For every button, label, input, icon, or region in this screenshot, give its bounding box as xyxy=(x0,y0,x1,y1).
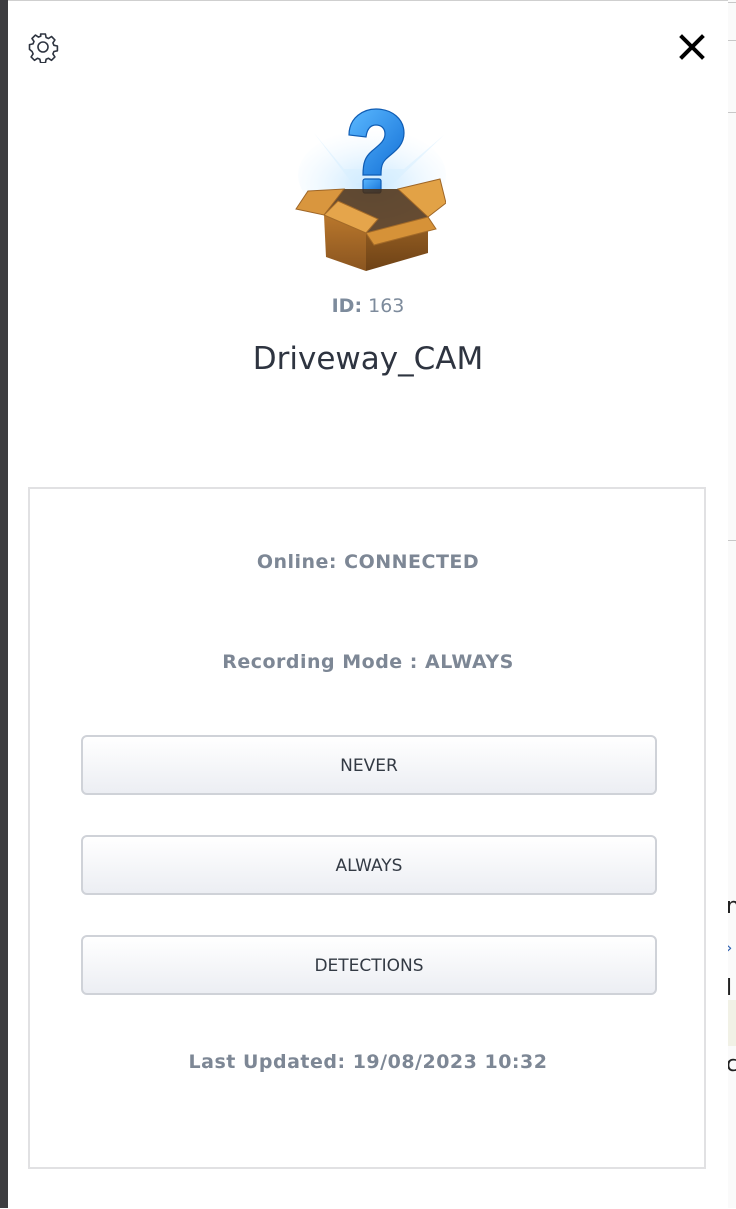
last-updated: Last Updated: 19/08/2023 10:32 xyxy=(188,1051,548,1073)
always-button[interactable]: ALWAYS xyxy=(81,835,657,895)
background-app-strip: n › l c xyxy=(728,0,736,1208)
detections-button[interactable]: DETECTIONS xyxy=(81,935,657,995)
status-card: Online: CONNECTED Recording Mode : ALWAY… xyxy=(28,487,706,1169)
background-window-edge xyxy=(0,0,8,1208)
device-detail-panel: ID: 163 Driveway_CAM Online: CONNECTED R… xyxy=(8,0,728,1209)
device-id-label: ID: xyxy=(331,295,363,317)
recording-mode-status: Recording Mode : ALWAYS xyxy=(222,651,514,673)
device-name: Driveway_CAM xyxy=(252,341,484,377)
device-id: ID: 163 xyxy=(8,295,728,317)
online-status: Online: CONNECTED xyxy=(256,551,480,573)
never-button[interactable]: NEVER xyxy=(81,735,657,795)
gear-icon[interactable] xyxy=(27,31,59,64)
close-icon[interactable] xyxy=(676,31,708,63)
unknown-device-box-icon xyxy=(294,105,447,273)
device-id-value: 163 xyxy=(368,295,405,317)
